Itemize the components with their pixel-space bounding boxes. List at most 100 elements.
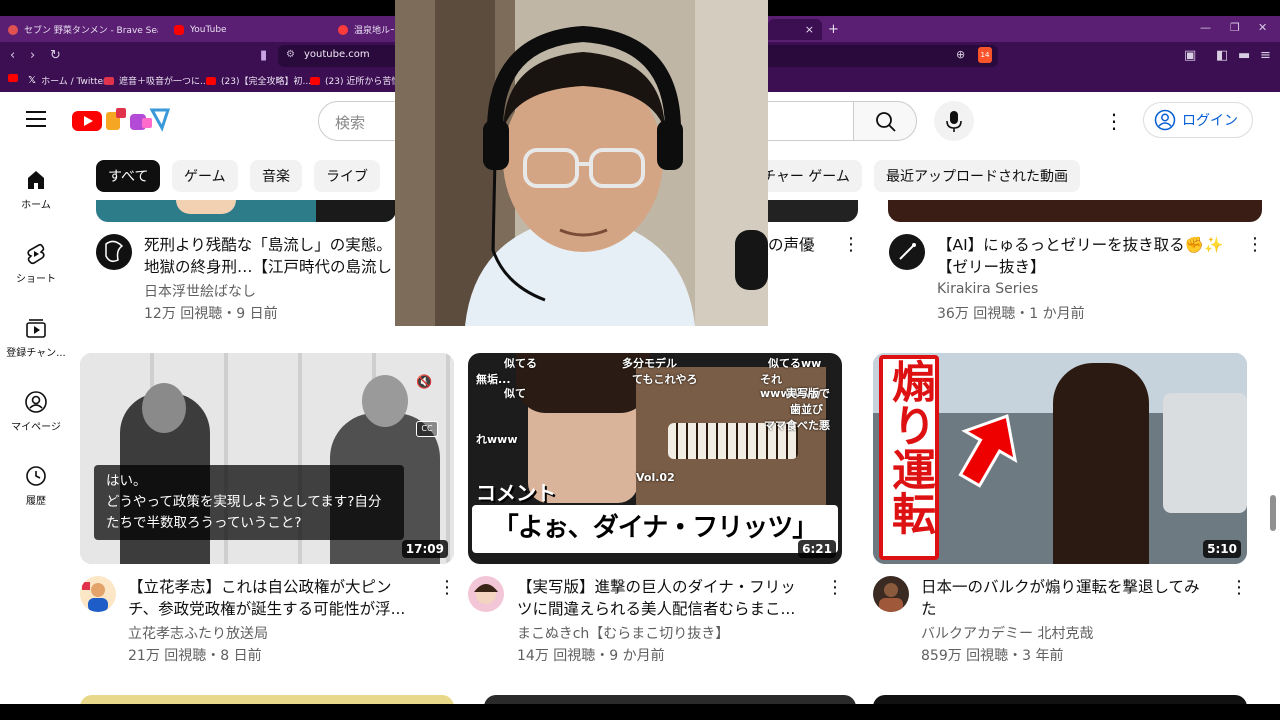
bookmark-item[interactable]: 𝕏 ホーム / Twitter	[28, 74, 107, 87]
chip-adventure-game[interactable]: チャー ゲーム	[752, 160, 862, 192]
channel-avatar[interactable]	[889, 234, 925, 270]
back-icon[interactable]: ‹	[10, 48, 15, 63]
brave-shield-icon[interactable]: 14	[978, 47, 992, 63]
sidebar-item-label: ショート	[16, 274, 56, 285]
channel-avatar[interactable]	[468, 576, 504, 612]
close-tab-icon[interactable]: ×	[805, 23, 814, 36]
avatar-art	[105, 240, 124, 263]
video-title[interactable]: 日本一のバルクが煽り運転を撃退してみ た	[921, 576, 1231, 620]
active-tab[interactable]: ×	[768, 19, 822, 40]
thumbnail-art	[176, 200, 236, 214]
browser-tab[interactable]: YouTube	[174, 19, 324, 40]
youtube-logo[interactable]	[72, 108, 172, 134]
thumb-comment: ママ食べた悪	[764, 419, 830, 432]
thumb-comment: 実写版で	[786, 387, 830, 400]
avatar-art	[899, 243, 916, 260]
video-title[interactable]: 死刑より残酷な「島流し」の実態。 地獄の終身刑…【江戸時代の島流し	[144, 234, 404, 278]
video-more-icon[interactable]: ⋮	[1246, 234, 1264, 255]
tab-label: 温泉地ルール	[354, 26, 394, 36]
thumbnail-text: 煽り運転	[884, 359, 935, 535]
video-more-icon[interactable]: ⋮	[842, 234, 860, 255]
avatar-art	[474, 584, 498, 604]
reader-icon[interactable]: ▣	[1184, 48, 1196, 63]
thumbnail-art	[316, 200, 396, 222]
more-options-icon[interactable]: ⋮	[1104, 109, 1124, 133]
youtube-logo-icon	[72, 108, 171, 132]
youtube-favicon-icon	[310, 76, 320, 85]
close-window-icon[interactable]: ✕	[1258, 21, 1267, 34]
video-thumbnail[interactable]	[96, 200, 396, 222]
reload-icon[interactable]: ↻	[50, 48, 61, 63]
channel-avatar[interactable]	[80, 576, 116, 612]
browser-tab[interactable]: 温泉地ルール	[338, 19, 394, 40]
video-title-line: ツに間違えられる美人配信者むらまこ...	[517, 600, 796, 618]
chip-music[interactable]: 音楽	[250, 160, 302, 192]
chip-all[interactable]: すべて	[96, 160, 161, 192]
bookmark-item[interactable]	[8, 74, 23, 82]
minimize-icon[interactable]: —	[1200, 21, 1211, 34]
bookmark-icon[interactable]: ▮	[260, 48, 267, 63]
login-button[interactable]: ログイン	[1143, 102, 1253, 138]
video-thumbnail[interactable]: 煽り運転 5:10	[873, 353, 1247, 564]
search-button[interactable]	[853, 101, 917, 141]
video-thumbnail[interactable]	[888, 200, 1262, 222]
sidebar: ホーム ショート 登録チャン... マイページ 履歴	[0, 148, 72, 528]
video-title-line: 【立花孝志】これは自公政権が大ピン	[128, 578, 392, 596]
cc-badge[interactable]: CC	[416, 421, 438, 437]
channel-avatar[interactable]	[873, 576, 909, 612]
video-more-icon[interactable]: ⋮	[438, 577, 456, 598]
video-title[interactable]: 【実写版】進撃の巨人のダイナ・フリッ ツに間違えられる美人配信者むらまこ...	[517, 576, 817, 620]
menu-icon[interactable]: ≡	[1260, 48, 1271, 63]
zoom-icon[interactable]: ⊕	[956, 48, 965, 61]
channel-name[interactable]: まこぬきch【むらまこ切り抜き】	[517, 623, 729, 643]
thumbnail-label: コメント	[476, 481, 556, 505]
chip-recent-uploads[interactable]: 最近アップロードされた動画	[874, 160, 1080, 192]
youtube-favicon-icon	[206, 76, 216, 85]
sidebar-item-history[interactable]: 履歴	[0, 448, 72, 518]
bookmark-item[interactable]: (23)【完全攻略】初...	[206, 74, 311, 87]
sidebar-toggle-icon[interactable]: ◧	[1216, 48, 1228, 63]
video-title[interactable]: 【AI】にゅるっとゼリーを抜き取る✊✨ 【ゼリー抜き】	[937, 234, 1237, 278]
new-tab-button[interactable]: +	[828, 19, 840, 40]
page-scrollbar[interactable]	[1270, 495, 1276, 531]
mute-icon[interactable]: 🔇	[416, 375, 432, 390]
video-title[interactable]: の声優	[768, 234, 828, 256]
video-more-icon[interactable]: ⋮	[1230, 577, 1248, 598]
video-meta: 36万 回視聴・1 か月前	[937, 306, 1085, 322]
thumb-comment: てもこれやろ	[632, 373, 698, 386]
video-more-icon[interactable]: ⋮	[826, 577, 844, 598]
browser-tab[interactable]: セブン 野菜タンメン - Brave Search	[8, 19, 158, 40]
channel-name[interactable]: 日本浮世絵ばなし	[144, 281, 256, 301]
channel-name[interactable]: Kirakira Series	[937, 281, 1038, 297]
thumbnail-person-head	[362, 375, 408, 427]
wallet-icon[interactable]: ▬	[1238, 48, 1250, 63]
chip-live[interactable]: ライブ	[314, 160, 380, 192]
sidebar-item-label: 登録チャン...	[6, 348, 66, 359]
video-title-line: 【実写版】進撃の巨人のダイナ・フリッ	[517, 578, 796, 596]
site-info-icon[interactable]: ⚙	[286, 49, 295, 60]
sidebar-item-subscriptions[interactable]: 登録チャン...	[0, 300, 72, 370]
video-title[interactable]: 【立花孝志】これは自公政権が大ピン チ、参政党政権が誕生する可能性が浮...	[128, 576, 428, 620]
channel-avatar[interactable]	[96, 234, 132, 270]
thumbnail-car	[1163, 393, 1247, 513]
voice-search-button[interactable]	[934, 101, 974, 141]
hamburger-menu-icon[interactable]	[26, 111, 46, 127]
sidebar-item-home[interactable]: ホーム	[0, 152, 72, 222]
arrow-icon	[958, 414, 1018, 488]
video-thumbnail[interactable]: 似てる 多分モデル 似てるww 無垢... てもこれやろ それwwwwww 似て…	[468, 353, 842, 564]
video-thumbnail[interactable]: CC 🔇 はい。 どうやって政策を実現しようとしてます?自分 たちで半数取ろうっ…	[80, 353, 454, 564]
sidebar-item-mypage[interactable]: マイページ	[0, 374, 72, 444]
maximize-icon[interactable]: ❐	[1230, 21, 1240, 34]
thumb-comment: 似てるww	[768, 357, 822, 370]
bookmark-item[interactable]: 遮音＋吸音が一つに...	[104, 74, 209, 87]
channel-name[interactable]: 立花孝志ふたり放送局	[128, 623, 268, 643]
sidebar-item-shorts[interactable]: ショート	[0, 226, 72, 296]
video-thumbnail[interactable]	[768, 200, 858, 222]
bookmark-label: (23)【完全攻略】初...	[221, 77, 312, 87]
thumb-comment: れwww	[476, 433, 518, 446]
forward-icon[interactable]: ›	[30, 48, 35, 63]
video-duration: 17:09	[401, 540, 448, 558]
chip-game[interactable]: ゲーム	[172, 160, 238, 192]
channel-name[interactable]: バルクアカデミー 北村克哉	[921, 623, 1093, 643]
video-title-line: 【AI】にゅるっとゼリーを抜き取る✊✨	[937, 236, 1224, 254]
